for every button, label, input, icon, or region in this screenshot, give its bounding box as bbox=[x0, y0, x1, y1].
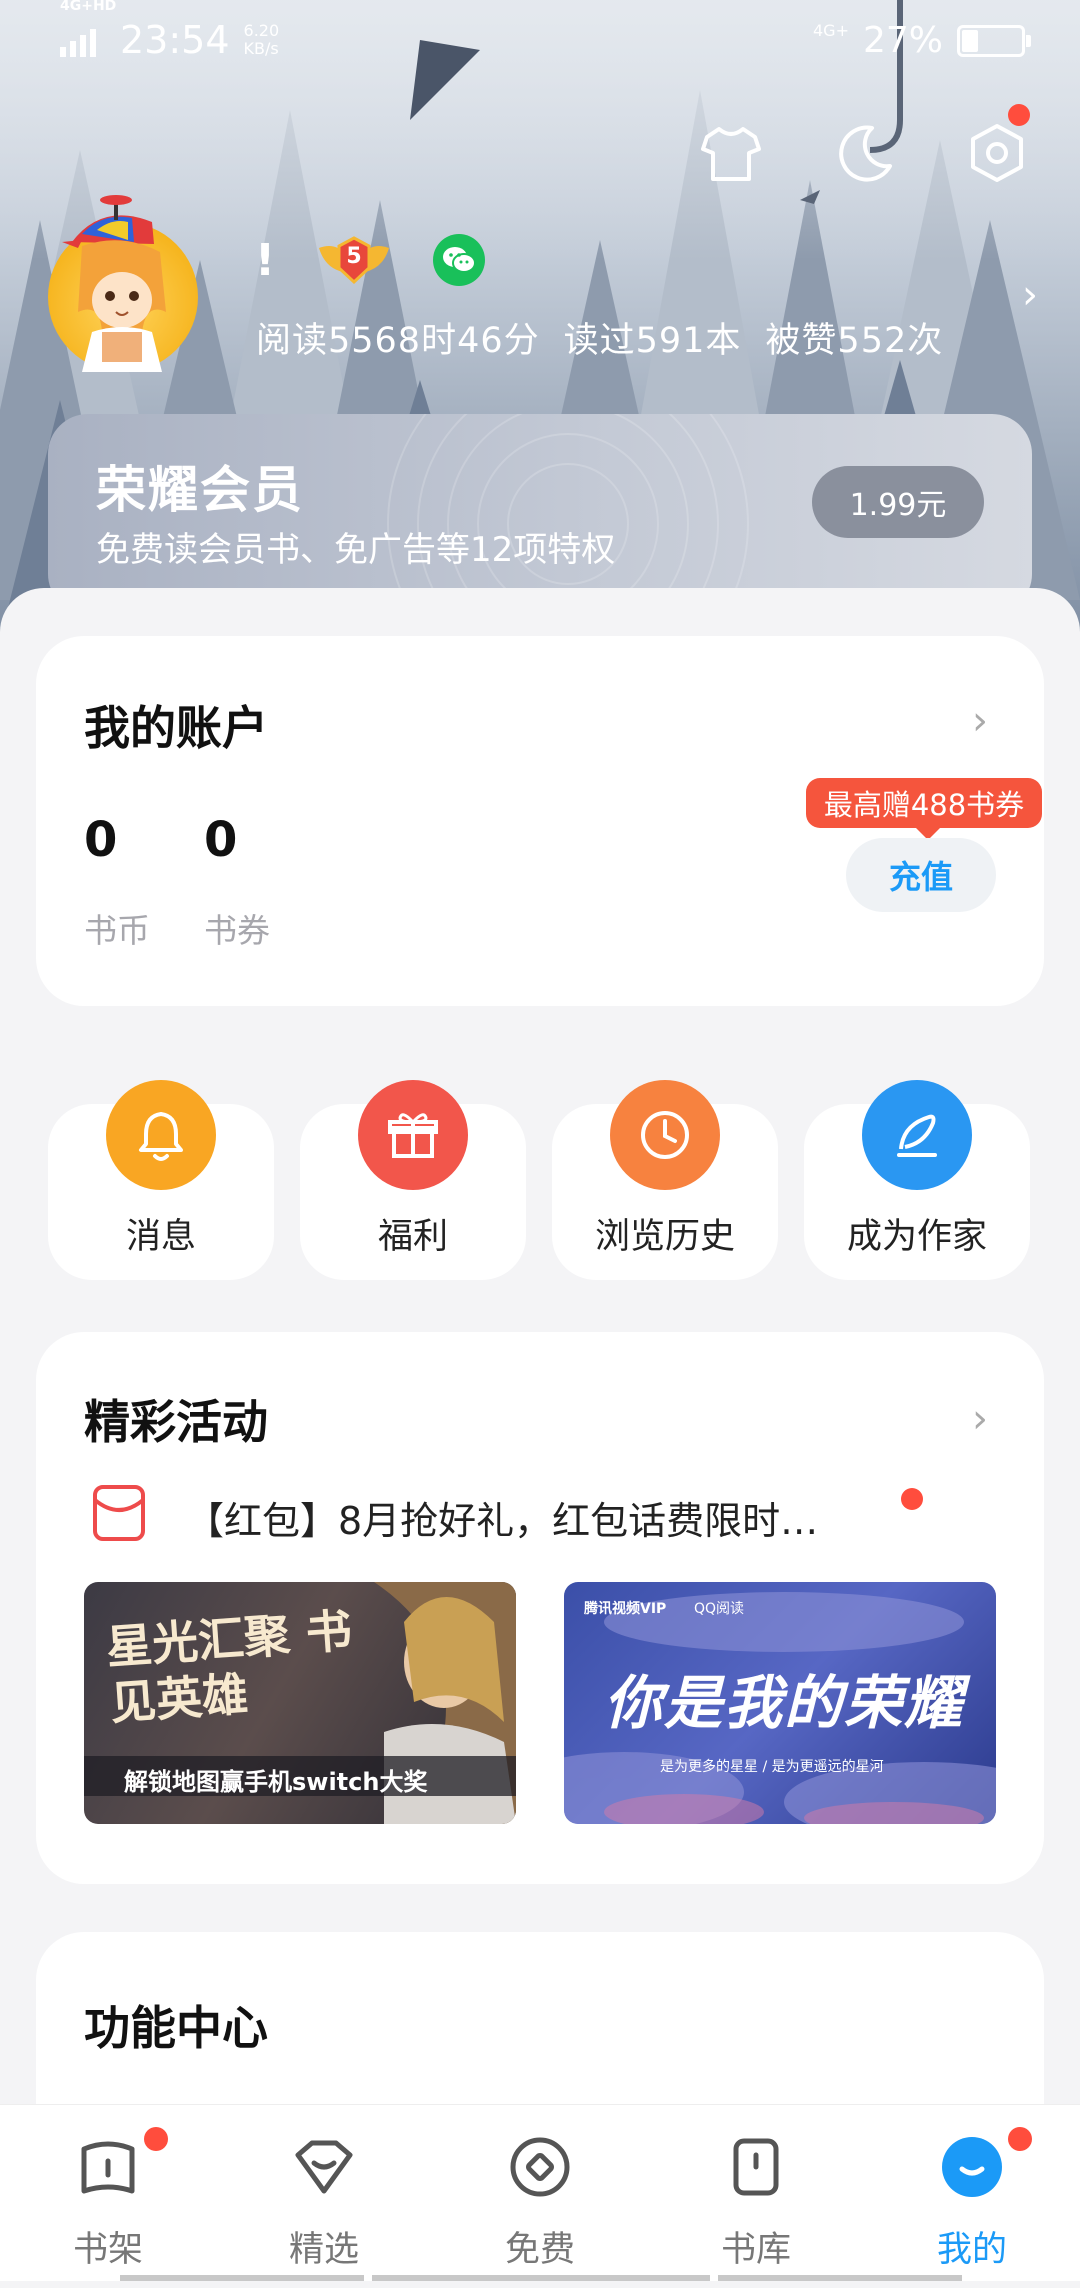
banner2-title: 你是我的荣耀 bbox=[604, 1669, 965, 1737]
network-type: 4G+HD bbox=[60, 0, 117, 14]
nav-label: 精选 bbox=[288, 2230, 359, 2270]
vouchers-label: 书券 bbox=[204, 911, 270, 950]
network-type-right: 4G+ bbox=[813, 21, 849, 40]
gesture-bar bbox=[718, 2275, 962, 2281]
shirt-icon bbox=[701, 127, 761, 181]
gift-icon bbox=[358, 1080, 468, 1190]
chevron-right-icon[interactable]: › bbox=[972, 698, 988, 744]
settings-hexagon-icon bbox=[971, 124, 1023, 182]
promo-text[interactable]: 【红包】8月抢好礼，红包话费限时… bbox=[186, 1490, 818, 1545]
banner1-title: 星光汇聚 书见英雄 bbox=[104, 1603, 354, 1731]
account-title: 我的账户 bbox=[84, 701, 268, 755]
clock: 23:54 bbox=[120, 18, 230, 62]
shortcut-label: 消息 bbox=[125, 1217, 196, 1257]
nav-label: 我的 bbox=[936, 2230, 1007, 2270]
chevron-right-icon[interactable]: › bbox=[972, 1396, 988, 1442]
theme-shirt-button[interactable] bbox=[696, 118, 766, 188]
avatar[interactable] bbox=[48, 195, 198, 372]
clock-icon bbox=[610, 1080, 720, 1190]
shortcut-messages[interactable]: 消息 bbox=[48, 1080, 274, 1280]
nav-featured[interactable]: 精选 bbox=[216, 2105, 432, 2281]
likes-count: 被赞552次 bbox=[765, 321, 944, 361]
nav-library[interactable]: 书库 bbox=[648, 2105, 864, 2281]
banner-honor-event[interactable]: 腾讯视频VIP QQ阅读 你是我的荣耀 是为更多的星星 / 是为更遥远的星河 bbox=[564, 1582, 996, 1824]
vip-membership-card[interactable]: 荣耀会员 免费读会员书、免广告等12项特权 1.99元 bbox=[48, 414, 1032, 614]
shortcut-welfare[interactable]: 福利 bbox=[300, 1080, 526, 1280]
activities-title: 精彩活动 bbox=[84, 1395, 268, 1449]
me-badge bbox=[1008, 2127, 1032, 2151]
me-icon bbox=[936, 2131, 1008, 2203]
vip-price-button[interactable]: 1.99元 bbox=[812, 466, 984, 538]
level-number: 5 bbox=[346, 244, 362, 269]
featured-icon bbox=[288, 2131, 360, 2203]
library-icon bbox=[720, 2131, 792, 2203]
bottom-navigation: 书架 精选 免费 书库 我的 bbox=[0, 2104, 1080, 2281]
network-speed: 6.20 KB/s bbox=[243, 21, 280, 58]
free-icon bbox=[504, 2131, 576, 2203]
bookshelf-badge bbox=[144, 2127, 168, 2151]
banner2-brand1: 腾讯视频VIP bbox=[584, 1601, 667, 1617]
reading-stats[interactable]: 阅读5568时46分 读过591本 被赞552次 bbox=[256, 312, 967, 363]
nav-bookshelf[interactable]: 书架 bbox=[0, 2105, 216, 2281]
gesture-bar bbox=[372, 2275, 710, 2281]
function-center-title: 功能中心 bbox=[84, 2001, 268, 2055]
nav-free[interactable]: 免费 bbox=[432, 2105, 648, 2281]
reading-time: 阅读5568时46分 bbox=[256, 321, 540, 361]
coins-value: 0 bbox=[84, 812, 118, 868]
bell-icon bbox=[106, 1080, 216, 1190]
avatar-character-illustration bbox=[62, 195, 166, 372]
signal-icon bbox=[60, 23, 96, 57]
shortcut-become-writer[interactable]: 成为作家 bbox=[804, 1080, 1030, 1280]
alert-mark: ! bbox=[255, 234, 276, 286]
vouchers-value: 0 bbox=[204, 812, 238, 868]
red-packet-promo[interactable] bbox=[92, 1484, 146, 1542]
nav-label: 书库 bbox=[720, 2230, 791, 2270]
wechat-icon bbox=[443, 247, 476, 273]
night-mode-button[interactable] bbox=[830, 118, 900, 188]
books-read: 读过591本 bbox=[563, 321, 742, 361]
banner2-brand2: QQ阅读 bbox=[694, 1601, 745, 1617]
nav-label: 免费 bbox=[504, 2230, 575, 2270]
profile-detail-arrow-icon[interactable]: › bbox=[1022, 272, 1038, 318]
vip-title: 荣耀会员 bbox=[96, 461, 304, 519]
recharge-button[interactable]: 充值 bbox=[846, 838, 996, 912]
battery-icon bbox=[957, 24, 1031, 57]
recharge-promo-tip: 最高赠488书券 bbox=[806, 778, 1042, 840]
battery-percent: 27% bbox=[862, 20, 943, 61]
banner2-caption: 是为更多的星星 / 是为更遥远的星河 bbox=[660, 1759, 884, 1775]
shortcut-label: 成为作家 bbox=[846, 1217, 987, 1257]
vip-subtitle: 免费读会员书、免广告等12项特权 bbox=[96, 530, 616, 570]
shortcut-label: 福利 bbox=[377, 1217, 448, 1257]
wechat-bound-badge[interactable] bbox=[433, 234, 485, 286]
profile-badges: ! 5 bbox=[255, 232, 485, 288]
settings-badge bbox=[1008, 104, 1030, 126]
red-envelope-icon bbox=[93, 1485, 145, 1541]
shortcut-label: 浏览历史 bbox=[594, 1217, 735, 1257]
coins-label: 书币 bbox=[84, 911, 150, 950]
status-bar: 4G+HD 23:54 6.20 KB/s 4G+ 27% bbox=[0, 0, 1080, 80]
banner-hero-event[interactable]: 星光汇聚 书见英雄 解锁地图赢手机switch大奖 bbox=[84, 1582, 516, 1824]
nav-label: 书架 bbox=[72, 2230, 143, 2270]
promo-badge bbox=[901, 1488, 923, 1510]
gesture-bar bbox=[120, 2275, 364, 2281]
level-badge[interactable]: 5 bbox=[315, 232, 393, 288]
shortcut-history[interactable]: 浏览历史 bbox=[552, 1080, 778, 1280]
feather-pen-icon bbox=[862, 1080, 972, 1190]
moon-icon bbox=[839, 125, 892, 182]
bookshelf-icon bbox=[72, 2131, 144, 2203]
nav-me[interactable]: 我的 bbox=[864, 2105, 1080, 2281]
settings-button[interactable] bbox=[962, 104, 1032, 188]
banner1-caption: 解锁地图赢手机switch大奖 bbox=[124, 1768, 428, 1796]
